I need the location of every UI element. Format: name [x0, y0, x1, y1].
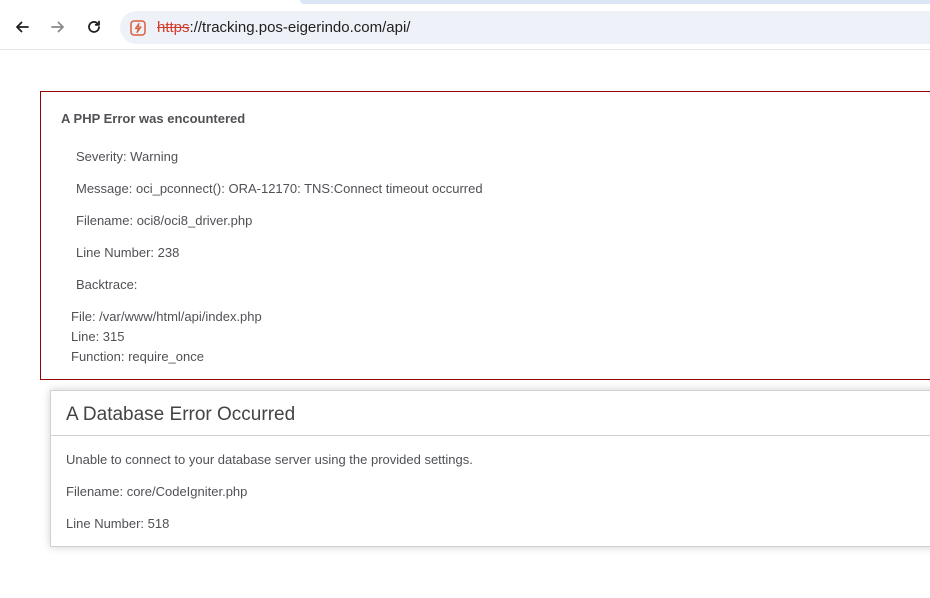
- database-error-filename: Filename: core/CodeIgniter.php: [66, 484, 248, 499]
- php-error-severity: Severity: Warning: [76, 149, 179, 164]
- reload-button[interactable]: [81, 14, 107, 40]
- php-error-line-number: Line Number: 238: [76, 245, 180, 260]
- backtrace-file: File: /var/www/html/api/index.php: [71, 309, 262, 324]
- arrow-left-icon: [16, 21, 29, 33]
- php-error-filename: Filename: oci8/oci8_driver.php: [76, 213, 253, 228]
- php-error-backtrace-label: Backtrace:: [76, 277, 138, 292]
- url-text[interactable]: https://tracking.pos-eigerindo.com/api/: [157, 19, 410, 36]
- not-secure-icon: [129, 19, 146, 36]
- php-error-title: A PHP Error was encountered: [61, 111, 246, 126]
- php-error-message: Message: oci_pconnect(): ORA-12170: TNS:…: [76, 181, 483, 196]
- database-error-title: A Database Error Occurred: [51, 391, 930, 436]
- tab-strip: [300, 0, 930, 4]
- forward-button[interactable]: [45, 14, 71, 40]
- back-button[interactable]: [9, 14, 35, 40]
- backtrace-line: Line: 315: [71, 329, 125, 344]
- php-error-box: A PHP Error was encountered Severity: Wa…: [40, 91, 930, 380]
- database-error-line-number: Line Number: 518: [66, 516, 170, 531]
- site-info-button[interactable]: [126, 16, 149, 39]
- url-host-path: ://tracking.pos-eigerindo.com/api/: [189, 19, 411, 36]
- arrow-right-icon: [51, 21, 64, 33]
- address-bar[interactable]: https://tracking.pos-eigerindo.com/api/: [120, 11, 930, 44]
- database-error-box: A Database Error Occurred Unable to conn…: [50, 390, 930, 547]
- url-scheme: https: [157, 19, 190, 36]
- backtrace-function: Function: require_once: [71, 349, 204, 364]
- database-error-message: Unable to connect to your database serve…: [66, 452, 473, 467]
- browser-toolbar: https://tracking.pos-eigerindo.com/api/: [0, 0, 930, 50]
- reload-icon: [88, 20, 100, 33]
